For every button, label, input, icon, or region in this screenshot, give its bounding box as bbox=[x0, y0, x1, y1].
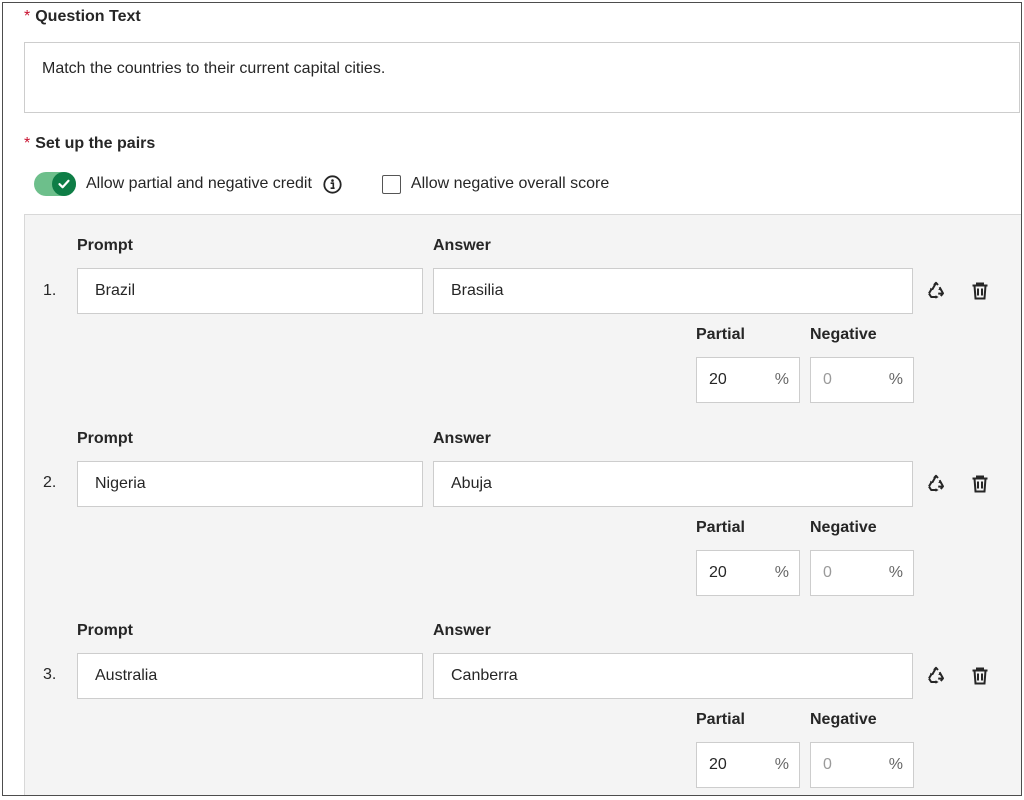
negative-label: Negative bbox=[810, 519, 877, 536]
answer-input[interactable]: Canberra bbox=[433, 653, 913, 699]
pair-item: Prompt Answer 1. Brazil Brasilia Partial… bbox=[25, 215, 1021, 405]
percent-unit: % bbox=[888, 371, 903, 388]
required-marker: * bbox=[24, 135, 31, 152]
partial-label: Partial bbox=[696, 326, 745, 343]
partial-label: Partial bbox=[696, 711, 745, 728]
negative-input[interactable]: 0 % bbox=[810, 357, 914, 403]
percent-unit: % bbox=[774, 371, 789, 388]
negative-input[interactable]: 0 % bbox=[810, 742, 914, 788]
trash-icon[interactable] bbox=[967, 278, 993, 304]
pair-item: Prompt Answer 2. Nigeria Abuja Partial N… bbox=[25, 407, 1021, 597]
pair-number: 3. bbox=[43, 666, 57, 683]
prompt-input[interactable]: Australia bbox=[77, 653, 423, 699]
negative-label: Negative bbox=[810, 711, 877, 728]
negative-label: Negative bbox=[810, 326, 877, 343]
partial-value: 20 bbox=[709, 756, 727, 773]
negative-value: 0 bbox=[823, 371, 832, 388]
partial-value: 20 bbox=[709, 371, 727, 388]
percent-unit: % bbox=[888, 756, 903, 773]
recycle-icon[interactable] bbox=[923, 471, 949, 497]
partial-credit-label: Allow partial and negative credit bbox=[86, 175, 312, 192]
negative-value: 0 bbox=[823, 564, 832, 581]
required-marker: * bbox=[24, 8, 31, 25]
pairs-section-label: * Set up the pairs bbox=[24, 135, 155, 153]
partial-input[interactable]: 20 % bbox=[696, 742, 800, 788]
partial-input[interactable]: 20 % bbox=[696, 357, 800, 403]
partial-label: Partial bbox=[696, 519, 745, 536]
question-text-input[interactable]: Match the countries to their current cap… bbox=[24, 42, 1020, 113]
prompt-input[interactable]: Brazil bbox=[77, 268, 423, 314]
negative-score-checkbox[interactable] bbox=[381, 174, 401, 194]
checkmark-icon bbox=[52, 172, 76, 196]
recycle-icon[interactable] bbox=[923, 278, 949, 304]
answer-label: Answer bbox=[433, 237, 491, 254]
pair-number: 2. bbox=[43, 474, 57, 491]
percent-unit: % bbox=[774, 564, 789, 581]
partial-value: 20 bbox=[709, 564, 727, 581]
info-icon[interactable] bbox=[323, 174, 342, 194]
answer-label: Answer bbox=[433, 430, 491, 447]
percent-unit: % bbox=[774, 756, 789, 773]
partial-credit-toggle[interactable] bbox=[34, 172, 76, 196]
prompt-input[interactable]: Nigeria bbox=[77, 461, 423, 507]
prompt-label: Prompt bbox=[77, 622, 133, 639]
answer-label: Answer bbox=[433, 622, 491, 639]
answer-input[interactable]: Brasilia bbox=[433, 268, 913, 314]
question-text-title: Question Text bbox=[35, 8, 141, 25]
prompt-label: Prompt bbox=[77, 430, 133, 447]
partial-input[interactable]: 20 % bbox=[696, 550, 800, 596]
negative-input[interactable]: 0 % bbox=[810, 550, 914, 596]
recycle-icon[interactable] bbox=[923, 663, 949, 689]
trash-icon[interactable] bbox=[967, 471, 993, 497]
percent-unit: % bbox=[888, 564, 903, 581]
question-text-label: * Question Text bbox=[24, 8, 141, 26]
negative-value: 0 bbox=[823, 756, 832, 773]
pair-item: Prompt Answer 3. Australia Canberra Part… bbox=[25, 600, 1021, 790]
negative-score-label: Allow negative overall score bbox=[410, 175, 610, 192]
trash-icon[interactable] bbox=[967, 663, 993, 689]
pairs-section-title: Set up the pairs bbox=[35, 135, 156, 152]
question-editor: * Question Text Match the countries to t… bbox=[2, 2, 1022, 796]
pair-number: 1. bbox=[43, 282, 57, 299]
pairs-list: Prompt Answer 1. Brazil Brasilia Partial… bbox=[24, 214, 1021, 795]
answer-input[interactable]: Abuja bbox=[433, 461, 913, 507]
prompt-label: Prompt bbox=[77, 237, 133, 254]
credit-options: Allow partial and negative credit Allow … bbox=[34, 171, 609, 197]
